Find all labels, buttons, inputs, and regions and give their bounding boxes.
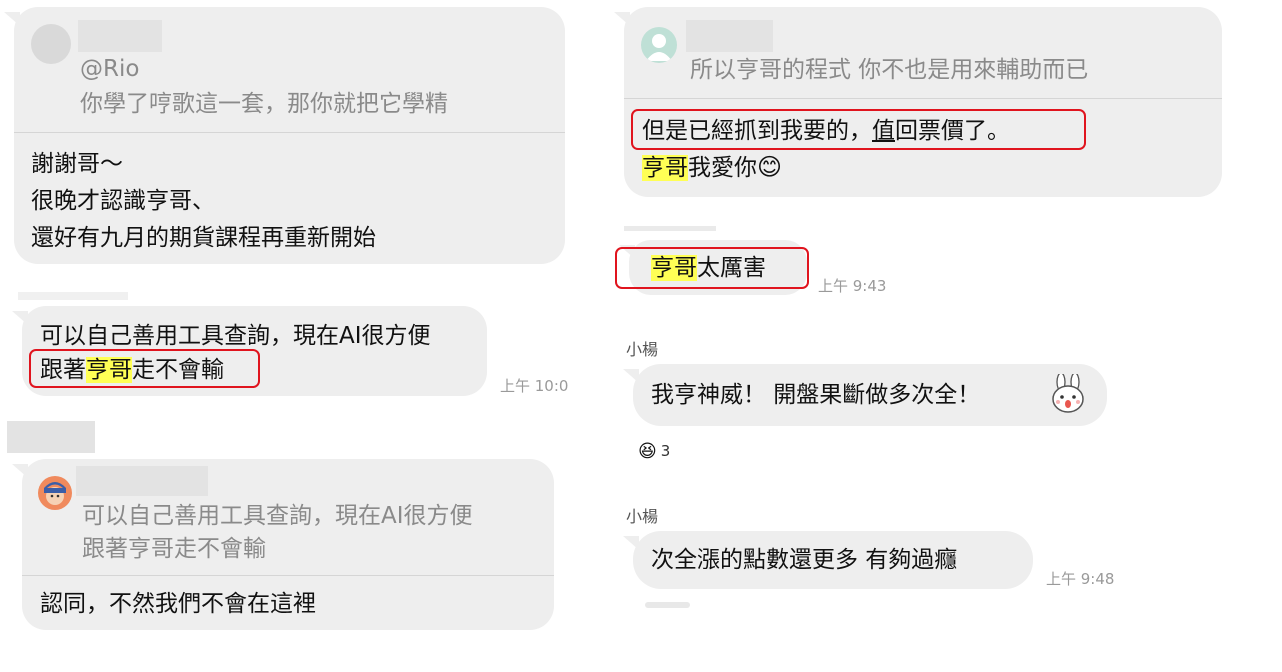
message-line: 認同，不然我們不會在這裡 — [40, 591, 316, 617]
reaction-count: 3 — [660, 442, 671, 460]
highlight-text: 亨哥 — [642, 155, 688, 181]
sender-name: 小楊 — [626, 340, 659, 359]
sender-name: 小楊 — [626, 507, 659, 526]
redacted-name — [686, 20, 773, 52]
bubble-tail — [4, 12, 20, 26]
message-text: 我亨神威！ 開盤果斷做多次全！ — [651, 382, 981, 408]
bubble-tail — [614, 12, 630, 26]
bubble-tail — [12, 464, 28, 478]
bubble-tail — [12, 311, 28, 325]
quoted-text: 可以自己善用工具查詢，現在AI很方便 — [82, 503, 473, 529]
message-line-highlighted: 亨哥我愛你😊 — [642, 149, 782, 187]
message-line: 很晚才認識亨哥、 — [31, 188, 215, 214]
cut-off-sender-name — [18, 292, 128, 300]
cut-off-reaction — [645, 602, 690, 608]
rabbit-sticker-icon — [1048, 372, 1088, 414]
timestamp: 上午 9:43 — [818, 277, 887, 295]
quote-divider — [14, 132, 565, 133]
red-outline-annotation — [29, 349, 260, 388]
redacted-sender-name — [7, 421, 95, 453]
red-outline-annotation — [615, 247, 809, 289]
redacted-name — [76, 466, 208, 496]
message-text: 次全漲的點數還更多 有夠過癮 — [651, 547, 958, 573]
bubble-tail — [623, 536, 639, 550]
timestamp: 上午 10:0 — [500, 377, 569, 395]
person-icon — [44, 482, 66, 505]
red-outline-annotation — [631, 109, 1086, 150]
quoted-mention: @Rio — [80, 56, 140, 82]
timestamp: 上午 9:48 — [1046, 570, 1115, 588]
redacted-name — [78, 20, 162, 52]
laughing-face-icon: 😆 — [638, 440, 657, 462]
quoted-text: 跟著亨哥走不會輸 — [82, 536, 266, 562]
smile-emoji-icon: 😊 — [757, 153, 783, 181]
quoted-user-avatar — [641, 27, 677, 63]
quoted-user-avatar — [31, 24, 71, 64]
quote-divider — [624, 98, 1222, 99]
bubble-tail — [623, 369, 639, 383]
quoted-text: 所以亨哥的程式 你不也是用來輔助而已 — [690, 57, 1089, 83]
text: 我愛你 — [688, 155, 757, 181]
default-user-icon — [646, 34, 672, 61]
message-line: 謝謝哥～ — [31, 151, 123, 177]
message-line: 還好有九月的期貨課程再重新開始 — [31, 225, 376, 251]
cut-off-sender-name — [624, 226, 716, 231]
reaction-badge[interactable]: 😆 3 — [638, 438, 670, 464]
quoted-user-avatar — [38, 476, 72, 510]
quoted-text: 你學了哼歌這一套，那你就把它學精 — [80, 91, 448, 117]
quote-divider — [22, 575, 554, 576]
